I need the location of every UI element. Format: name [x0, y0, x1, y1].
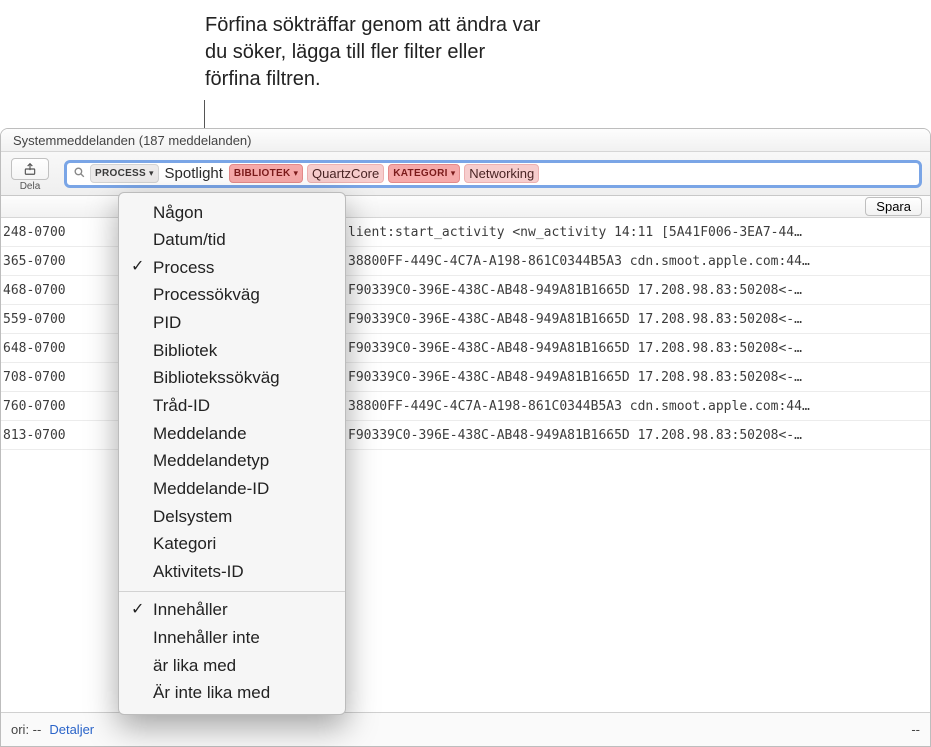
dropdown-item[interactable]: Bibliotekssökväg	[119, 365, 345, 393]
dropdown-item[interactable]: Datum/tid	[119, 227, 345, 255]
filter-token-process[interactable]: PROCESS ▾	[90, 164, 159, 183]
window-title: Systemmeddelanden (187 meddelanden)	[13, 133, 252, 148]
log-timestamp: 468-0700	[3, 283, 118, 298]
footer-ori: ori: --	[11, 722, 41, 737]
filter-token-library-tag: BIBLIOTEK	[234, 168, 291, 179]
share-label: Dela	[20, 181, 41, 192]
dropdown-item[interactable]: Tråd-ID	[119, 392, 345, 420]
log-timestamp: 708-0700	[3, 370, 118, 385]
filter-token-category-tag: KATEGORI	[393, 168, 447, 179]
dropdown-item[interactable]: Meddelandetyp	[119, 448, 345, 476]
chevron-down-icon: ▾	[451, 168, 456, 179]
filter-token-process-tag: PROCESS	[95, 168, 146, 179]
filter-field-dropdown[interactable]: NågonDatum/tidProcessProcessökvägPIDBibl…	[118, 192, 346, 715]
dropdown-separator	[119, 591, 345, 592]
dropdown-item[interactable]: är lika med	[119, 652, 345, 680]
callout-text: Förfina sökträffar genom att ändra var d…	[205, 12, 545, 93]
filter-token-category[interactable]: KATEGORI ▾	[388, 164, 460, 183]
dropdown-item[interactable]: Processökväg	[119, 282, 345, 310]
log-timestamp: 648-0700	[3, 341, 118, 356]
dropdown-item[interactable]: Meddelande-ID	[119, 475, 345, 503]
dropdown-item[interactable]: Aktivitets-ID	[119, 558, 345, 586]
toolbar: Dela PROCESS ▾ Spotlight BIBLIOTEK ▾ Qua…	[1, 152, 930, 196]
share-button[interactable]: Dela	[11, 158, 49, 192]
save-button[interactable]: Spara	[865, 197, 922, 216]
window-titlebar: Systemmeddelanden (187 meddelanden)	[1, 129, 930, 152]
filter-token-library[interactable]: BIBLIOTEK ▾	[229, 164, 303, 183]
search-field[interactable]: PROCESS ▾ Spotlight BIBLIOTEK ▾ QuartzCo…	[64, 160, 922, 188]
log-timestamp: 559-0700	[3, 312, 118, 327]
dropdown-item[interactable]: Innehåller inte	[119, 625, 345, 653]
filter-process-value[interactable]: Spotlight	[163, 165, 225, 182]
dropdown-item[interactable]: PID	[119, 310, 345, 338]
dropdown-item[interactable]: Kategori	[119, 531, 345, 559]
footer-dash: --	[911, 722, 920, 737]
dropdown-item[interactable]: Är inte lika med	[119, 680, 345, 708]
dropdown-item[interactable]: Bibliotek	[119, 337, 345, 365]
chevron-down-icon: ▾	[149, 168, 154, 179]
filter-library-value[interactable]: QuartzCore	[307, 164, 384, 183]
log-timestamp: 365-0700	[3, 254, 118, 269]
search-icon	[73, 166, 86, 182]
dropdown-item[interactable]: Meddelande	[119, 420, 345, 448]
detail-footer: ori: -- Detaljer --	[1, 712, 930, 746]
dropdown-item[interactable]: Process	[119, 254, 345, 282]
log-timestamp: 248-0700	[3, 225, 118, 240]
dropdown-item[interactable]: Innehåller	[119, 597, 345, 625]
dropdown-item[interactable]: Någon	[119, 199, 345, 227]
details-link[interactable]: Detaljer	[49, 722, 94, 737]
log-timestamp: 760-0700	[3, 399, 118, 414]
log-timestamp: 813-0700	[3, 428, 118, 443]
chevron-down-icon: ▾	[294, 168, 299, 179]
dropdown-item[interactable]: Delsystem	[119, 503, 345, 531]
filter-category-value[interactable]: Networking	[464, 164, 539, 183]
share-icon	[11, 158, 49, 180]
